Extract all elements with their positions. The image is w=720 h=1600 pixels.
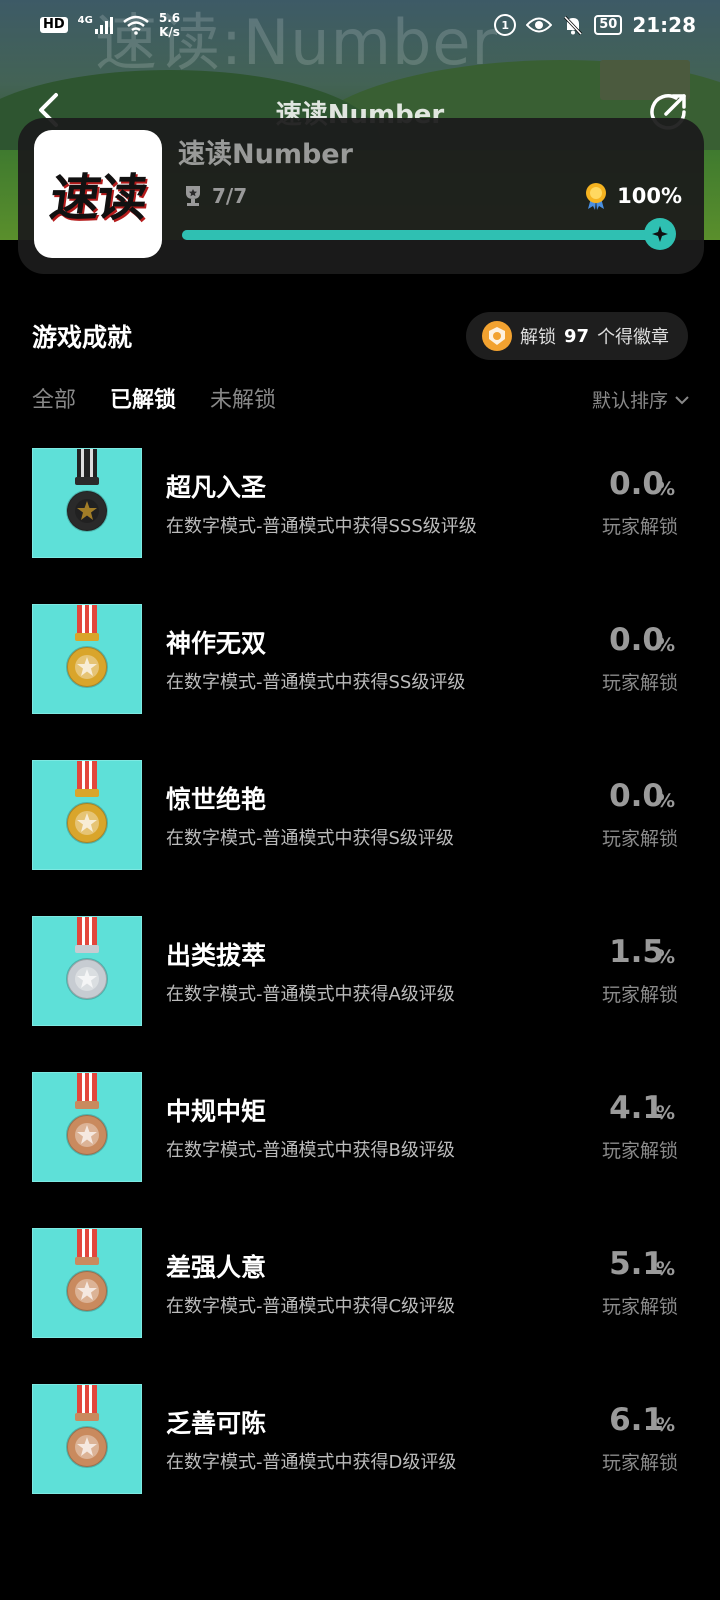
hd-indicator: HD <box>40 17 68 33</box>
sparkle-icon <box>652 226 668 242</box>
unlock-rate-symbol: % <box>655 1258 675 1280</box>
achievement-desc: 在数字模式-普通模式中获得S级评级 <box>166 828 454 849</box>
unlock-rate-symbol: % <box>655 478 675 500</box>
medal-graphic <box>66 605 108 688</box>
medal-graphic <box>66 1073 108 1156</box>
network-speed: 5.6 K/s <box>158 11 181 39</box>
badge-prefix: 解锁 <box>520 327 556 348</box>
progress-fill <box>182 230 668 240</box>
battery-icon: 50 <box>594 15 623 35</box>
unlock-rate-label: 玩家解锁 <box>601 984 678 1006</box>
game-name: 速读Number <box>178 139 353 170</box>
trophy-icon <box>186 186 200 206</box>
unlock-rate-label: 玩家解锁 <box>601 1452 678 1474</box>
eye-icon <box>526 17 553 33</box>
section-title: 游戏成就 <box>32 323 133 352</box>
achievement-row[interactable]: 差强人意 在数字模式-普通模式中获得C级评级 5.1 % 玩家解锁 <box>0 1226 720 1382</box>
progress-knob <box>644 218 676 250</box>
unlock-rate-symbol: % <box>655 1102 675 1124</box>
trophy-count-text: 7/7 <box>212 184 248 208</box>
unlock-rate-label: 玩家解锁 <box>601 672 678 694</box>
achievement-desc: 在数字模式-普通模式中获得C级评级 <box>166 1296 456 1317</box>
sort-dropdown[interactable]: 默认排序 <box>592 386 690 413</box>
medal-icon <box>32 916 142 1026</box>
achievement-desc: 在数字模式-普通模式中获得A级评级 <box>166 984 455 1005</box>
achievement-name: 神作无双 <box>166 629 267 658</box>
unlock-rate-label: 玩家解锁 <box>601 1296 678 1318</box>
medal-graphic <box>66 1385 108 1468</box>
trophy-count: 7/7 <box>182 184 247 208</box>
achievement-name: 乏善可陈 <box>166 1409 267 1438</box>
medal-icon <box>32 760 142 870</box>
tab-locked[interactable]: 未解锁 <box>210 382 276 414</box>
achievement-desc: 在数字模式-普通模式中获得B级评级 <box>166 1140 455 1161</box>
achievement-row[interactable]: 中规中矩 在数字模式-普通模式中获得B级评级 4.1 % 玩家解锁 <box>0 1070 720 1226</box>
chevron-down-icon <box>675 395 689 404</box>
completion: 100% <box>583 182 682 210</box>
medal-graphic <box>66 761 108 844</box>
wifi-icon <box>123 15 149 35</box>
medal-icon <box>32 604 142 714</box>
badge-icon <box>482 321 512 351</box>
achievement-row[interactable]: 超凡入圣 在数字模式-普通模式中获得SSS级评级 0.0 % 玩家解锁 <box>0 446 720 602</box>
unlock-rate-symbol: % <box>655 946 675 968</box>
achievement-row[interactable]: 乏善可陈 在数字模式-普通模式中获得D级评级 6.1 % 玩家解锁 <box>0 1382 720 1538</box>
badge-suffix: 个得徽章 <box>597 327 670 348</box>
tab-all[interactable]: 全部 <box>32 382 76 414</box>
medal-icon <box>32 1384 142 1494</box>
unlock-rate-symbol: % <box>655 790 675 812</box>
achievement-row[interactable]: 神作无双 在数字模式-普通模式中获得SS级评级 0.0 % 玩家解锁 <box>0 602 720 758</box>
game-icon-text: 速读 <box>46 168 149 227</box>
achievement-name: 惊世绝艳 <box>166 785 267 814</box>
medal-icon <box>32 1072 142 1182</box>
unlock-rate-label: 玩家解锁 <box>601 516 678 538</box>
medal-graphic <box>66 449 108 532</box>
achievement-desc: 在数字模式-普通模式中获得D级评级 <box>166 1452 457 1473</box>
completion-progress-bar <box>182 230 668 240</box>
medal-graphic <box>66 917 108 1000</box>
achievement-desc: 在数字模式-普通模式中获得SS级评级 <box>166 672 466 693</box>
filter-tabs: 全部 已解锁 未解锁 <box>32 382 276 414</box>
achievement-row[interactable]: 惊世绝艳 在数字模式-普通模式中获得S级评级 0.0 % 玩家解锁 <box>0 758 720 914</box>
unlock-rate-label: 玩家解锁 <box>601 1140 678 1162</box>
achievement-name: 中规中矩 <box>166 1097 267 1126</box>
game-summary-card: 速读 速读Number 7/7 100% <box>18 118 704 274</box>
sort-label: 默认排序 <box>591 390 668 412</box>
medal-graphic <box>66 1229 108 1312</box>
badge-count: 97 <box>564 325 590 347</box>
unlock-badge-pill[interactable]: 解锁 97 个得徽章 <box>466 312 688 360</box>
achievement-name: 出类拔萃 <box>166 941 267 970</box>
achievement-name: 差强人意 <box>166 1253 267 1282</box>
clock: 21:28 <box>632 13 696 37</box>
achievement-row[interactable]: 出类拔萃 在数字模式-普通模式中获得A级评级 1.5 % 玩家解锁 <box>0 914 720 1070</box>
unlock-rate-symbol: % <box>655 634 675 656</box>
mute-bell-icon <box>564 15 583 36</box>
unlock-rate-symbol: % <box>655 1414 675 1436</box>
tab-unlocked[interactable]: 已解锁 <box>110 382 176 414</box>
achievement-desc: 在数字模式-普通模式中获得SSS级评级 <box>166 516 477 537</box>
signal-icon <box>94 16 113 34</box>
achievement-name: 超凡入圣 <box>166 473 267 502</box>
data-saver-icon: 1 <box>494 14 517 36</box>
completion-percent: 100% <box>617 184 682 208</box>
achievement-list: 超凡入圣 在数字模式-普通模式中获得SSS级评级 0.0 % 玩家解锁 神作无双… <box>0 446 720 1538</box>
network-type: 4G <box>77 14 93 26</box>
unlock-rate-label: 玩家解锁 <box>601 828 678 850</box>
medal-icon <box>32 448 142 558</box>
medal-icon <box>32 1228 142 1338</box>
status-bar: HD 4G 5.6 K/s 1 50 21:28 <box>0 0 720 50</box>
game-icon[interactable]: 速读 <box>34 130 162 258</box>
medal-ribbon-icon <box>586 183 607 210</box>
